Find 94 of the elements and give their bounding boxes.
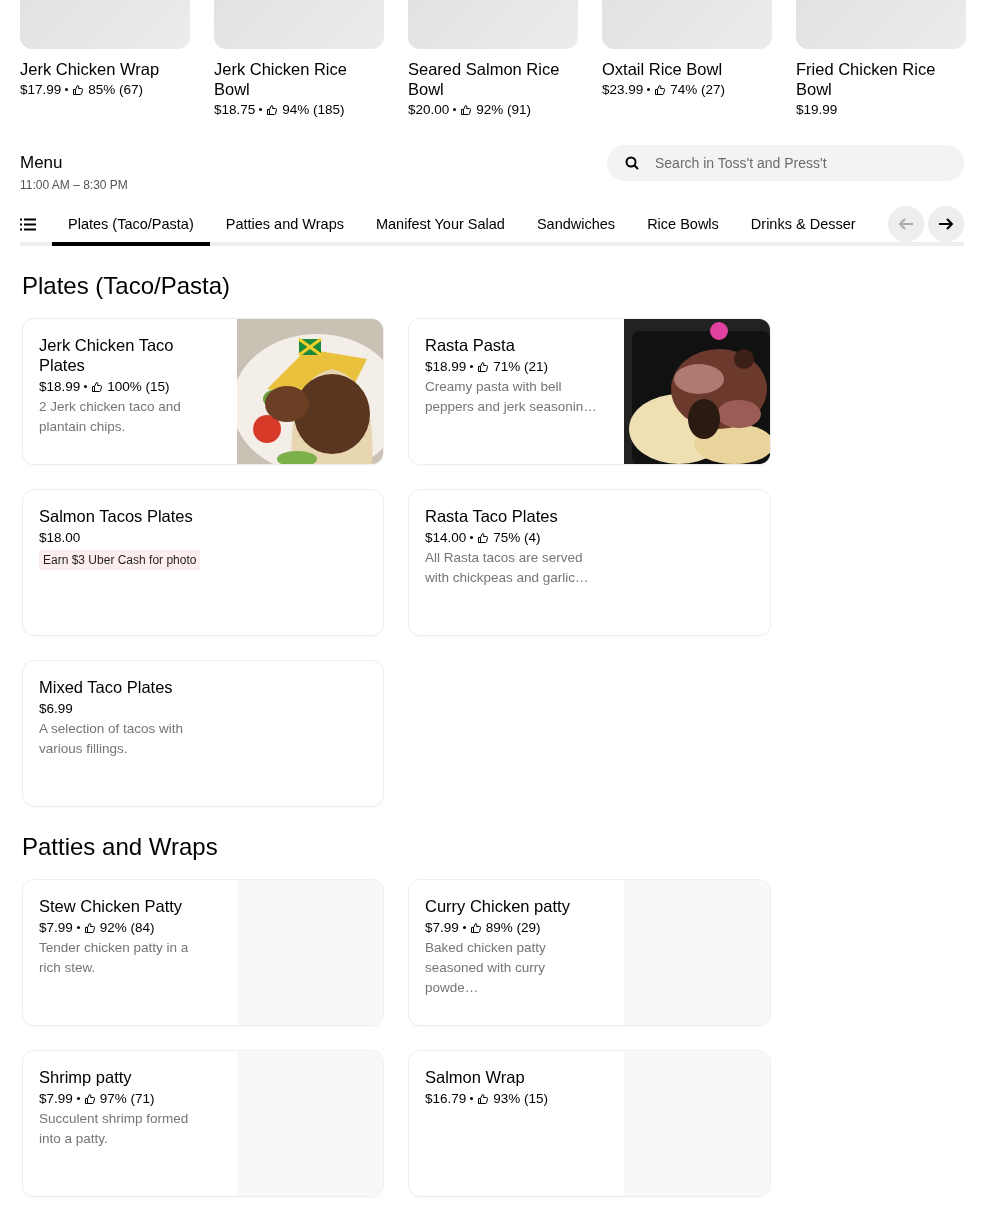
- price: $7.99: [39, 1091, 73, 1106]
- category-tab[interactable]: Rice Bowls: [631, 202, 735, 246]
- item-description: Creamy pasta with bell peppers and jerk seasonin…: [425, 378, 597, 416]
- item-title[interactable]: Seared Salmon Rice Bowl: [408, 59, 578, 99]
- separator-dot: [462, 926, 466, 929]
- section-heading: Patties and Wraps: [22, 833, 219, 861]
- search-icon: [625, 156, 639, 170]
- menu-item-card[interactable]: Rasta Pasta $18.99 71% (21) Creamy pasta with bell peppers and jerk seasonin…: [408, 318, 771, 465]
- item-title[interactable]: Fried Chicken Rice Bowl: [796, 59, 966, 99]
- separator-dot: [453, 108, 457, 111]
- category-tab[interactable]: Drinks & Desser: [734, 202, 872, 246]
- category-tab[interactable]: Patties and Wraps: [209, 202, 360, 246]
- rating: 94% (185): [282, 102, 345, 117]
- price: $7.99: [425, 920, 459, 935]
- thumbs-up-icon: [654, 83, 667, 96]
- item-title: Shrimp patty: [39, 1067, 132, 1087]
- menu-item-card[interactable]: Jerk Chicken Taco Plates $18.99 100% (15) 2 Jerk chicken taco and plantain chips.: [22, 318, 384, 465]
- promo-badge: Earn $3 Uber Cash for photo: [39, 550, 201, 570]
- forward-button[interactable]: [928, 206, 964, 242]
- list-icon[interactable]: [20, 217, 36, 231]
- item-title[interactable]: Oxtail Rice Bowl: [602, 59, 772, 79]
- separator-dot: [65, 88, 69, 91]
- menu-item-card[interactable]: Salmon Tacos Plates $18.00 Earn $3 Uber Cash for photo: [22, 489, 384, 636]
- menu-item-card[interactable]: Rasta Taco Plates $14.00 75% (4) All Rasta tacos are served with chickpeas and garlic…: [408, 489, 771, 636]
- right-arrow-icon: [938, 217, 954, 231]
- price: $18.00: [39, 530, 81, 545]
- price: $19.99: [796, 102, 838, 117]
- opening-hours: 11:00 AM – 8:30 PM: [20, 178, 128, 192]
- category-tab[interactable]: Manifest Your Salad: [359, 202, 521, 246]
- search-field[interactable]: Search in Toss't and Press't: [607, 145, 964, 181]
- thumbs-up-icon: [477, 360, 490, 373]
- item-description: 2 Jerk chicken taco and plantain chips.: [39, 398, 182, 436]
- price: $18.75: [214, 102, 256, 117]
- rating: 85% (67): [88, 82, 144, 97]
- rating: 71% (21): [493, 359, 549, 374]
- price: $17.99: [20, 82, 62, 97]
- category-tab[interactable]: Plates (Taco/Pasta): [52, 202, 210, 246]
- thumbs-up-icon: [72, 83, 85, 96]
- rating: 75% (4): [493, 530, 541, 545]
- separator-dot: [259, 108, 263, 111]
- section-heading: Plates (Taco/Pasta): [22, 272, 232, 300]
- item-description: Tender chicken patty in a rich stew.: [39, 939, 190, 977]
- thumbs-up-icon: [477, 1092, 490, 1105]
- separator-dot: [84, 385, 88, 388]
- thumbs-up-icon: [266, 103, 279, 116]
- separator-dot: [647, 88, 651, 91]
- item-title: Rasta Pasta: [425, 335, 515, 355]
- item-description: Succulent shrimp formed into a patty.: [39, 1110, 190, 1148]
- rating: 100% (15): [107, 379, 170, 394]
- item-title: Mixed Taco Plates: [39, 677, 173, 697]
- rating: 93% (15): [493, 1091, 549, 1106]
- price: $23.99: [602, 82, 644, 97]
- thumbs-up-icon: [460, 103, 473, 116]
- item-title[interactable]: Jerk Chicken Wrap: [20, 59, 190, 79]
- item-title: Salmon Wrap: [425, 1067, 525, 1087]
- menu-title: Menu: [20, 153, 64, 173]
- menu-item-card[interactable]: Curry Chicken patty $7.99 89% (29) Baked chicken patty seasoned with curry powde…: [408, 879, 771, 1026]
- item-title: Jerk Chicken Taco Plates: [39, 335, 175, 375]
- item-description: All Rasta tacos are served with chickpeas and garlic…: [425, 549, 590, 587]
- thumbs-up-icon: [477, 531, 490, 544]
- left-arrow-icon: [898, 217, 914, 231]
- thumbs-up-icon: [83, 1092, 96, 1105]
- menu-item-card[interactable]: Mixed Taco Plates $6.99 A selection of tacos with various fillings.: [22, 660, 384, 807]
- item-title: Stew Chicken Patty: [39, 896, 183, 916]
- separator-dot: [470, 365, 474, 368]
- price: $18.99: [39, 379, 81, 394]
- item-title[interactable]: Jerk Chicken Rice Bowl: [214, 59, 384, 99]
- thumbs-up-icon: [91, 380, 104, 393]
- item-title: Curry Chicken patty: [425, 896, 570, 916]
- separator-dot: [470, 536, 474, 539]
- thumbs-up-icon: [83, 921, 96, 934]
- price: $18.99: [425, 359, 467, 374]
- rating: 92% (91): [476, 102, 532, 117]
- menu-item-card[interactable]: Shrimp patty $7.99 97% (71) Succulent shrimp formed into a patty.: [22, 1050, 384, 1197]
- category-tab[interactable]: Sandwiches: [520, 202, 632, 246]
- separator-dot: [76, 1097, 80, 1100]
- menu-item-card[interactable]: Salmon Wrap $16.79 93% (15): [408, 1050, 771, 1197]
- price: $7.99: [39, 920, 73, 935]
- separator-dot: [76, 926, 80, 929]
- rating: 89% (29): [485, 920, 541, 935]
- menu-item-card[interactable]: Stew Chicken Patty $7.99 92% (84) Tender chicken patty in a rich stew.: [22, 879, 384, 1026]
- rating: 74% (27): [670, 82, 726, 97]
- price: $20.00: [408, 102, 450, 117]
- item-description: A selection of tacos with various fillings.: [39, 720, 185, 758]
- item-title: Rasta Taco Plates: [425, 506, 558, 526]
- rating: 92% (84): [99, 920, 155, 935]
- thumbs-up-icon: [469, 921, 482, 934]
- item-title: Salmon Tacos Plates: [39, 506, 193, 526]
- item-description: Baked chicken patty seasoned with curry powde…: [425, 939, 547, 997]
- price: $16.79: [425, 1091, 467, 1106]
- separator-dot: [470, 1097, 474, 1100]
- price: $6.99: [39, 701, 73, 716]
- rating: 97% (71): [99, 1091, 155, 1106]
- price: $14.00: [425, 530, 467, 545]
